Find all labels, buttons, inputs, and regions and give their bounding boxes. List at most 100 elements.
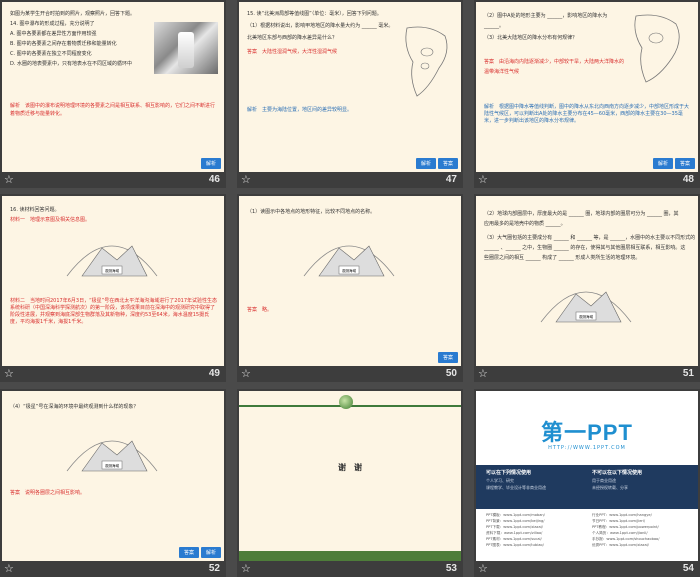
- star-icon[interactable]: ☆: [4, 367, 14, 380]
- answer-button[interactable]: 答案: [437, 158, 458, 169]
- slide-text: （2）地球内部圈层中，厚度最大的是 ______ 圈，地球内部的圈层可分为 __…: [484, 211, 679, 217]
- slide-thumb-47[interactable]: 15. 读“北美洲局部等值线图”（单位：毫米），回答下列问题。 （1）根据材料说…: [237, 0, 463, 188]
- slide-thumb-48[interactable]: （2）图中A处的地形主要为 ______，影响地区的降水为 ______。 （3…: [474, 0, 700, 188]
- slide-thumb-53[interactable]: 谢 谢 ☆ 53: [237, 389, 463, 577]
- usage-right-item: 用于商业用途: [592, 478, 616, 483]
- terrain-diagram: 观测海域: [66, 245, 158, 277]
- diagram-label: 观测海域: [105, 268, 119, 273]
- slide-text: 如图为某学生开合时拍到的照片，观察照片，回答下题。: [10, 11, 136, 17]
- page-number: 54: [682, 563, 694, 574]
- slide-text: （3）大气圈包括的主要成分有 ______ 和 ______ 等，是 _____…: [484, 235, 696, 241]
- answer-button[interactable]: 答案: [674, 158, 695, 169]
- slide-thumb-51[interactable]: （2）地球内部圈层中，厚度最大的是 ______ 圈，地球内部的圈层可分为 __…: [474, 194, 700, 382]
- analysis-button[interactable]: 解析: [652, 158, 673, 169]
- answer-button[interactable]: 答案: [437, 352, 458, 363]
- slide-thumb-50[interactable]: （1）读图示中各地点的地形特征，比较不同地点的名称。 观测海域 答案 略。 答案…: [237, 194, 463, 382]
- usage-left-item: 个人学习、研究: [486, 478, 514, 483]
- page-number: 53: [445, 563, 457, 574]
- answer-button[interactable]: 答案: [178, 547, 199, 558]
- analysis-text: 解析 该图中的瀑布说明地理环境的各要素之间是相互联系、相互影响的，它们之间不断进…: [10, 103, 216, 117]
- slide-canvas: （2）地球内部圈层中，厚度最大的是 ______ 圈，地球内部的圈层可分为 __…: [476, 196, 698, 366]
- slide-canvas: （4）“极星”号在深海的环境中最终观测到什么样的现象？ 观测海域 答案 说明各圈…: [2, 391, 224, 561]
- star-icon[interactable]: ☆: [241, 367, 251, 380]
- diagram-label: 观测海域: [105, 463, 119, 468]
- star-icon[interactable]: ☆: [4, 562, 14, 575]
- answer-text: 答案 由沿海向内陆逐渐减少，中部较干旱，大陆两大洋降水的: [484, 59, 625, 65]
- usage-right-title: 不可以在以下情况使用: [592, 470, 643, 476]
- slide-thumb-46[interactable]: 如图为某学生开合时拍到的照片，观察照片，回答下题。 14. 图中瀑布的形成过程，…: [0, 0, 226, 188]
- slide-thumb-49[interactable]: 16. 读材料回答问题。 材料一 地理示意图及相关信息图。 观测海域 材料二 当…: [0, 194, 226, 382]
- slide-canvas: （1）读图示中各地点的地形特征，比较不同地点的名称。 观测海域 答案 略。 答案: [239, 196, 461, 366]
- page-number: 51: [682, 368, 694, 379]
- slide-text: 15. 读“北美洲局部等值线图”（单位：毫米），回答下列问题。: [247, 11, 382, 17]
- page-number: 49: [208, 368, 220, 379]
- slide-canvas: 谢 谢: [239, 391, 461, 561]
- terrain-diagram: 观测海域: [540, 291, 632, 323]
- link-item[interactable]: PPT教程：www.1ppt.com/powerpoint/: [592, 525, 659, 530]
- slide-text: （4）“极星”号在深海的环境中最终观测到什么样的现象？: [10, 404, 139, 410]
- answer-text: 温带海洋性气候: [484, 69, 520, 75]
- star-icon[interactable]: ☆: [478, 562, 488, 575]
- diagram-label: 观测海域: [342, 268, 356, 273]
- terrain-diagram: 观测海域: [303, 245, 395, 277]
- slide-text: （1）根据材料说出，影响甲地地区的降水量大约为 ______ 毫米。: [247, 23, 394, 29]
- usage-left-item: 课程教学、毕业设计等非商业用途: [486, 485, 546, 490]
- terrain-diagram: 观测海域: [66, 440, 158, 472]
- slide-text: 些圈层之间的相互 ______ 构成了 ______ 形成人类所生活的地理环境。: [484, 255, 641, 261]
- star-icon[interactable]: ☆: [478, 367, 488, 380]
- analysis-button[interactable]: 解析: [200, 158, 221, 169]
- diagram-label: 观测海域: [579, 314, 593, 319]
- page-number: 47: [445, 174, 457, 185]
- star-icon[interactable]: ☆: [478, 173, 488, 186]
- slide-text: ______。: [484, 23, 505, 29]
- link-item[interactable]: 节日PPT：www.1ppt.com/jieri/: [592, 519, 645, 524]
- analysis-button[interactable]: 解析: [415, 158, 436, 169]
- star-icon[interactable]: ☆: [241, 173, 251, 186]
- waterfall-photo: [154, 22, 218, 74]
- link-item[interactable]: PPT图表：www.1ppt.com/tubiao/: [486, 543, 544, 548]
- link-item[interactable]: 个人简历：www.1ppt.com/jianli/: [592, 531, 648, 536]
- slide-text: （2）图中A处的地形主要为 ______，影响地区的降水为: [484, 13, 608, 19]
- link-item[interactable]: 优秀PPT：www.1ppt.com/xiazai/: [592, 543, 649, 548]
- link-item[interactable]: 手抄报：www.1ppt.com/shouchaobao/: [592, 537, 659, 542]
- slide-thumb-52[interactable]: （4）“极星”号在深海的环境中最终观测到什么样的现象？ 观测海域 答案 说明各圈…: [0, 389, 226, 577]
- slide-text: A. 图中各要素都在差异性方面作用较强: [10, 31, 97, 37]
- slide-text: B. 图中的各要素之间存在着物质迁移和能量转化: [10, 41, 117, 47]
- slide-text: D. 水圈的地表要素中，只有地表水在不同区域的循环中: [10, 61, 133, 67]
- material-text: 材料二 当地时间2017年6月3日，“极星”号在西北太平洋海沟海域进行了2017…: [10, 298, 217, 325]
- north-america-map: [634, 14, 680, 83]
- slide-text: 北美地区东部与西部的降水差异是什么？: [247, 35, 338, 41]
- slide-canvas: （2）图中A处的地形主要为 ______，影响地区的降水为 ______。 （3…: [476, 2, 698, 172]
- usage-right-item: 未经授权转载、分享: [592, 485, 628, 490]
- slide-thumb-54[interactable]: 第一PPT HTTP://WWW.1PPT.COM 可以在下列情况使用 个人学习…: [474, 389, 700, 577]
- link-item[interactable]: 资料下载：www.1ppt.com/ziliao/: [486, 531, 542, 536]
- page-number: 46: [208, 174, 220, 185]
- answer-text: 答案 说明各圈层之间相互影响。: [10, 490, 86, 496]
- link-item[interactable]: PPT下载：www.1ppt.com/xiazai/: [486, 525, 543, 530]
- slide-text: （1）读图示中各地点的地形特征，比较不同地点的名称。: [247, 209, 376, 215]
- link-item[interactable]: PPT模板：www.1ppt.com/moban/: [486, 513, 545, 518]
- slide-text: 16. 读材料回答问题。: [10, 207, 60, 213]
- brand-url: HTTP://WWW.1PPT.COM: [548, 445, 626, 451]
- slide-text: （3）北美大陆地区的降水分布有何规律？: [484, 35, 578, 41]
- slide-text: 材料一 地理示意图及相关信息图。: [10, 217, 91, 223]
- page-number: 52: [208, 563, 220, 574]
- slide-text: C. 图中的各要素在独立不同程度变化: [10, 51, 92, 57]
- link-item[interactable]: PPT素材：www.1ppt.com/sucai/: [486, 537, 542, 542]
- star-icon[interactable]: ☆: [241, 562, 251, 575]
- north-america-map: [405, 26, 448, 97]
- star-icon[interactable]: ☆: [4, 173, 14, 186]
- brand-logo: 第一PPT: [541, 420, 633, 445]
- slide-canvas: 15. 读“北美洲局部等值线图”（单位：毫米），回答下列问题。 （1）根据材料说…: [239, 2, 461, 172]
- page-number: 48: [682, 174, 694, 185]
- usage-left-title: 可以在下列情况使用: [486, 470, 532, 476]
- link-item[interactable]: 行业PPT：www.1ppt.com/hangye/: [592, 513, 652, 518]
- usage-band: 可以在下列情况使用 个人学习、研究 课程教学、毕业设计等非商业用途 不可以在以下…: [476, 465, 698, 509]
- analysis-button[interactable]: 解析: [200, 547, 221, 558]
- slide-text: 14. 图中瀑布的形成过程，充分说明了: [10, 21, 95, 27]
- thanks-title: 谢 谢: [338, 463, 362, 472]
- link-item[interactable]: PPT背景：www.1ppt.com/beijing/: [486, 519, 544, 524]
- slide-text: 应用最多的是地壳中的物质 ______。: [484, 221, 566, 227]
- slide-canvas: 第一PPT HTTP://WWW.1PPT.COM 可以在下列情况使用 个人学习…: [476, 391, 698, 561]
- slide-canvas: 16. 读材料回答问题。 材料一 地理示意图及相关信息图。 观测海域 材料二 当…: [2, 196, 224, 366]
